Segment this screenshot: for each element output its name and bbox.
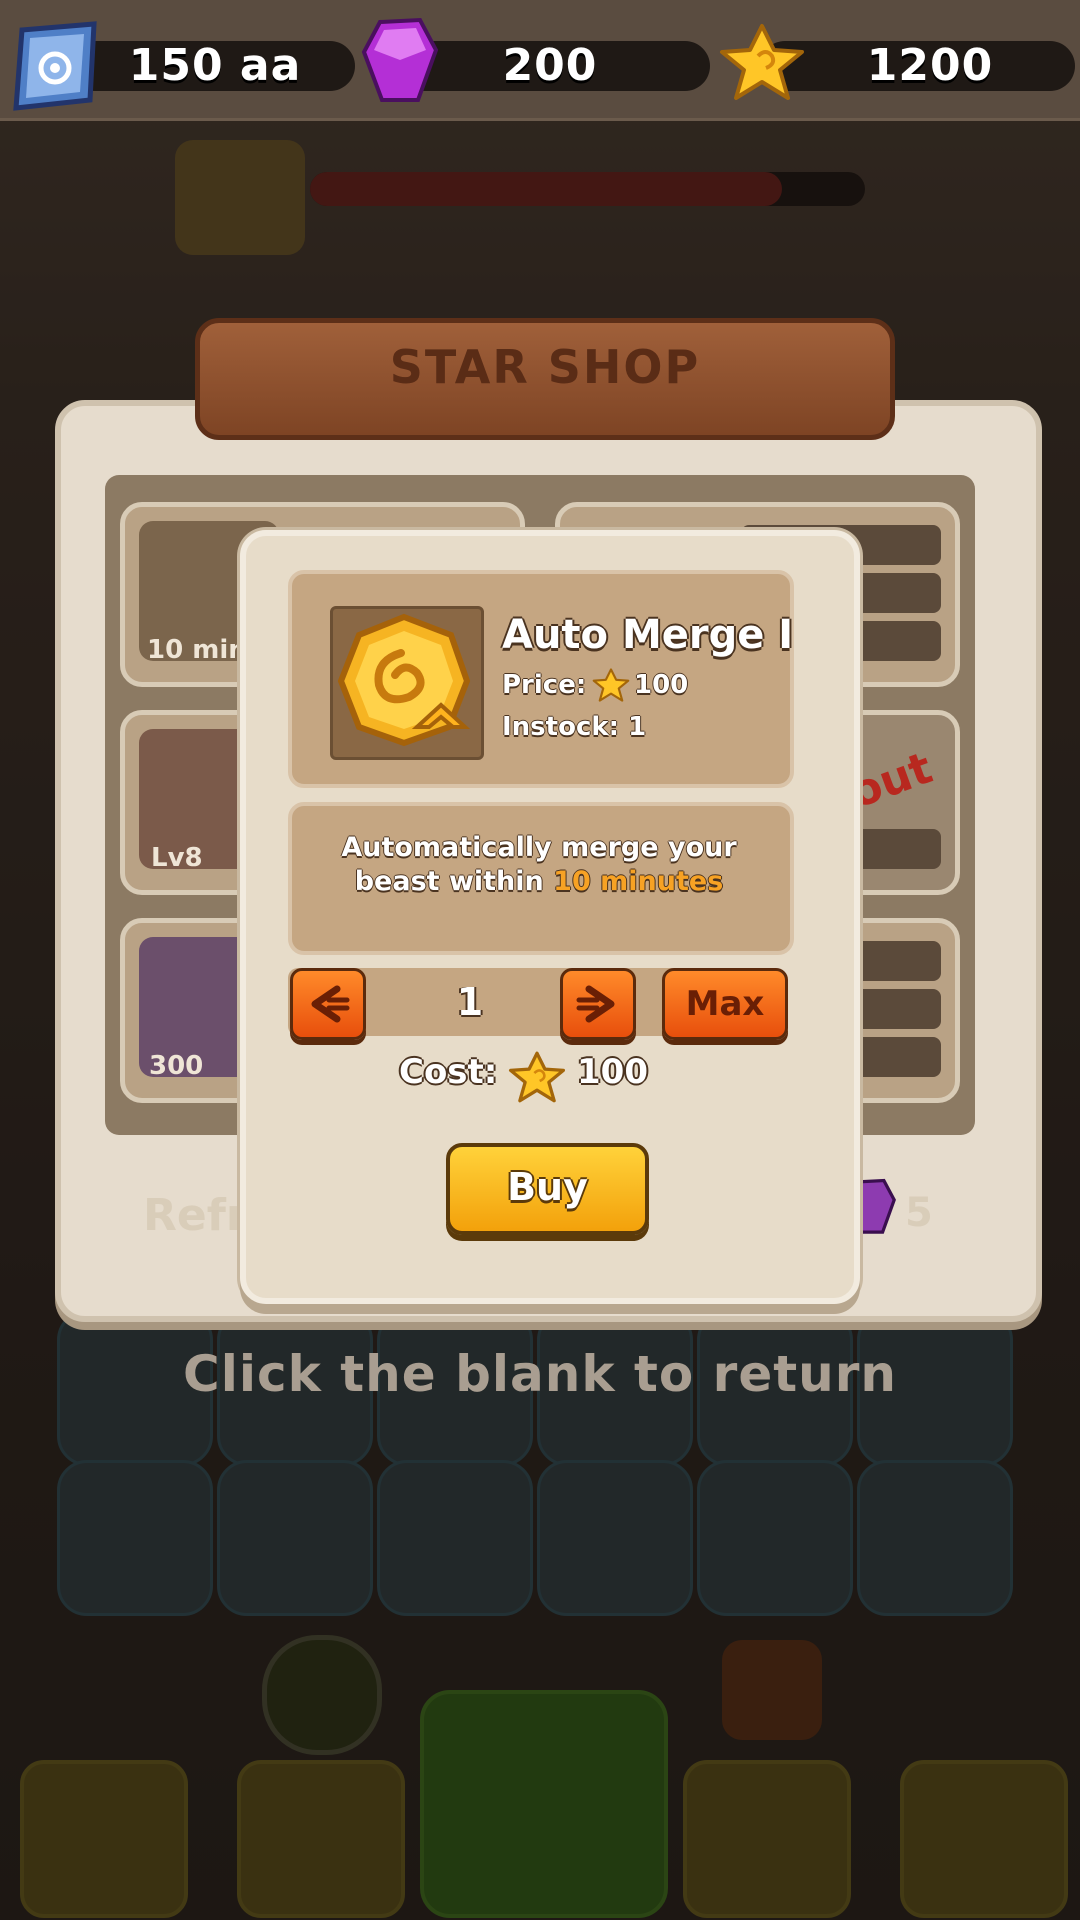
max-quantity-button[interactable]: Max <box>662 968 788 1040</box>
refresh-label[interactable]: Refr <box>143 1190 248 1241</box>
currency-bar: 150 aa 200 1200 <box>0 0 1080 121</box>
decrease-quantity-button[interactable] <box>290 968 366 1040</box>
item-description: Automatically merge your beast within 10… <box>300 831 778 899</box>
item-name: Auto Merge I <box>502 612 794 658</box>
increase-quantity-button[interactable] <box>560 968 636 1040</box>
refresh-gem-cost: 5 <box>905 1190 933 1236</box>
shop-item-caption: 300 <box>149 1051 204 1081</box>
gold-star-icon <box>508 1051 566 1103</box>
cost-label: Cost: <box>399 1052 498 1092</box>
shop-item-caption: Lv8 <box>151 843 203 873</box>
star-amount: 1200 <box>866 40 994 91</box>
gold-star-icon <box>592 668 630 702</box>
rune-amount: 150 aa <box>128 40 302 91</box>
item-thumbnail <box>330 606 484 760</box>
cost-value: 100 <box>577 1052 648 1092</box>
quantity-value[interactable]: 1 <box>420 968 520 1036</box>
price-label: Price: <box>502 670 587 700</box>
price-value: 100 <box>634 670 689 700</box>
minus-arrow-icon <box>311 985 350 1023</box>
description-highlight: 10 minutes <box>553 866 724 897</box>
plus-arrow-icon <box>576 985 615 1023</box>
buy-button-label[interactable]: Buy <box>446 1143 649 1231</box>
purple-gem-icon <box>361 17 439 102</box>
gold-star-icon <box>720 24 804 100</box>
instock-label: Instock: 1 <box>502 712 647 742</box>
rune-tile-icon <box>13 21 97 111</box>
auto-merge-coin-icon <box>337 613 471 747</box>
return-hint: Click the blank to return <box>183 1345 897 1403</box>
shop-title: STAR SHOP <box>389 340 701 394</box>
gem-amount: 200 <box>502 40 598 91</box>
